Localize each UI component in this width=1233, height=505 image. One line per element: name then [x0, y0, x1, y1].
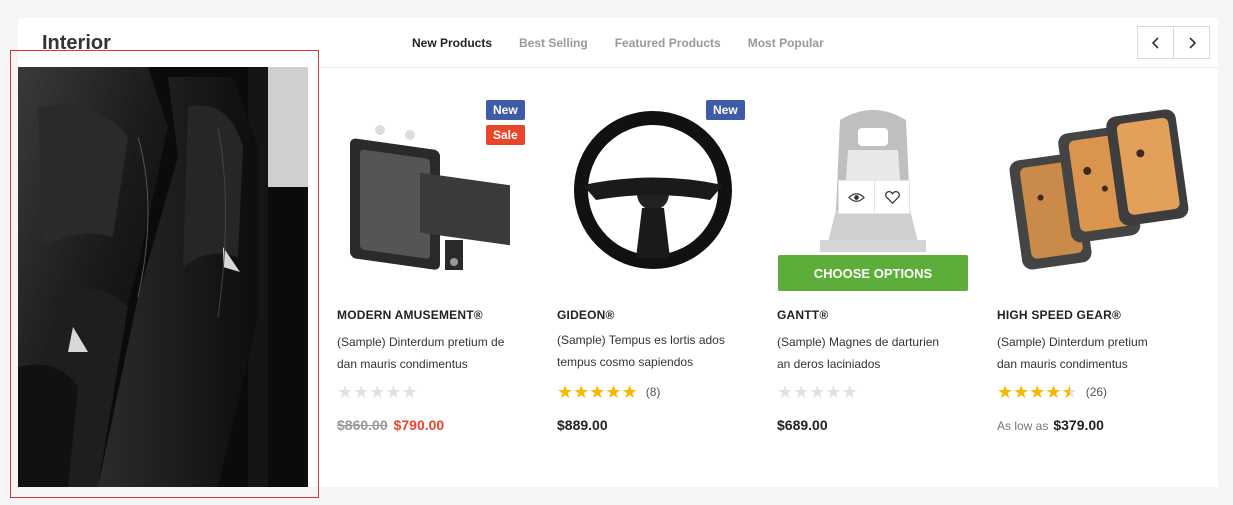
- tab-featured-products[interactable]: Featured Products: [615, 36, 721, 50]
- star-icon: ★: [557, 382, 574, 402]
- star-icon: ★: [997, 382, 1014, 402]
- product-image[interactable]: [995, 90, 1195, 290]
- star-icon: ★: [353, 382, 370, 402]
- interior-banner-image[interactable]: [18, 67, 308, 487]
- product-price: As low as $379.00: [997, 417, 1104, 433]
- product-card[interactable]: New Sale: [330, 90, 530, 290]
- star-icon: ★: [573, 382, 590, 402]
- header-divider: [318, 67, 1218, 68]
- star-icon: ★: [777, 382, 794, 402]
- star-icon: ★: [337, 382, 354, 402]
- product-title[interactable]: (Sample) Dinterdum pretium dan mauris co…: [997, 331, 1187, 375]
- product-tabs: New Products Best Selling Featured Produ…: [412, 36, 851, 50]
- star-icon: ★: [401, 382, 418, 402]
- new-badge: New: [486, 100, 525, 120]
- product-image[interactable]: New Sale: [330, 90, 530, 290]
- chevron-right-icon: [1188, 36, 1196, 49]
- product-title[interactable]: (Sample) Dinterdum pretium de dan mauris…: [337, 331, 527, 375]
- star-icon: ★: [385, 382, 402, 402]
- heart-icon: [884, 190, 900, 204]
- product-title[interactable]: (Sample) Tempus es lortis ados tempus co…: [557, 329, 747, 373]
- star-icon: ★: [1013, 382, 1030, 402]
- product-title-line: dan mauris condimentus: [997, 357, 1128, 371]
- star-icon: ★: [621, 382, 638, 402]
- product-brand[interactable]: MODERN AMUSEMENT®: [337, 308, 483, 322]
- star-icon: ★: [841, 382, 858, 402]
- product-title-line: (Sample) Dinterdum pretium de: [337, 335, 505, 349]
- star-icon: ★: [825, 382, 842, 402]
- rating-stars: ★ ★ ★ ★ ★ (8): [557, 382, 660, 402]
- product-title-line: (Sample) Dinterdum pretium: [997, 335, 1148, 349]
- product-brand[interactable]: HIGH SPEED GEAR®: [997, 308, 1121, 322]
- product-price: $689.00: [777, 417, 828, 433]
- product-title-line: (Sample) Tempus es lortis ados: [557, 333, 725, 347]
- half-star-icon: ★: [1061, 382, 1078, 402]
- sale-price: $790.00: [393, 417, 445, 433]
- choose-options-button[interactable]: CHOOSE OPTIONS: [778, 255, 968, 291]
- quick-actions: [838, 180, 910, 214]
- old-price: $860.00: [337, 417, 388, 433]
- review-count[interactable]: (26): [1086, 385, 1107, 399]
- product-card[interactable]: [995, 90, 1195, 290]
- product-title-line: (Sample) Magnes de darturien: [777, 335, 940, 349]
- rating-stars: ★ ★ ★ ★ ★: [777, 382, 858, 402]
- next-button[interactable]: [1173, 27, 1209, 58]
- product-price: $860.00 $790.00: [337, 417, 444, 433]
- product-title-line: dan mauris condimentus: [337, 357, 468, 371]
- star-icon: ★: [1045, 382, 1062, 402]
- quick-view-button[interactable]: [839, 181, 874, 213]
- star-icon: ★: [809, 382, 826, 402]
- price-value: $379.00: [1053, 417, 1104, 433]
- floor-mats-image: [1009, 109, 1189, 270]
- product-card[interactable]: New: [550, 90, 750, 290]
- star-icon: ★: [1029, 382, 1046, 402]
- mounting-bracket-image: [350, 125, 510, 270]
- eye-icon: [848, 192, 865, 202]
- product-title-line: tempus cosmo sapiendos: [557, 355, 694, 369]
- product-image[interactable]: New: [550, 90, 750, 290]
- product-brand[interactable]: GIDEON®: [557, 308, 615, 322]
- new-badge: New: [706, 100, 745, 120]
- tab-best-selling[interactable]: Best Selling: [519, 36, 588, 50]
- car-seats-illustration: [18, 67, 308, 487]
- product-title-line: an deros laciniados: [777, 357, 881, 371]
- wishlist-button[interactable]: [874, 181, 909, 213]
- star-icon: ★: [589, 382, 606, 402]
- carousel-nav: [1137, 26, 1210, 59]
- product-title[interactable]: (Sample) Magnes de darturien an deros la…: [777, 331, 967, 375]
- product-brand[interactable]: GANTT®: [777, 308, 828, 322]
- price-prefix: As low as: [997, 419, 1049, 433]
- rating-stars: ★ ★ ★ ★ ★ (26): [997, 382, 1107, 402]
- tab-most-popular[interactable]: Most Popular: [748, 36, 824, 50]
- review-count[interactable]: (8): [646, 385, 661, 399]
- rating-stars: ★ ★ ★ ★ ★: [337, 382, 418, 402]
- sale-badge: Sale: [486, 125, 525, 145]
- star-icon: ★: [605, 382, 622, 402]
- chevron-left-icon: [1151, 36, 1159, 49]
- prev-button[interactable]: [1138, 27, 1173, 58]
- tab-new-products[interactable]: New Products: [412, 36, 492, 50]
- star-icon: ★: [793, 382, 810, 402]
- star-icon: ★: [369, 382, 386, 402]
- product-price: $889.00: [557, 417, 608, 433]
- steering-wheel-image: [574, 111, 732, 269]
